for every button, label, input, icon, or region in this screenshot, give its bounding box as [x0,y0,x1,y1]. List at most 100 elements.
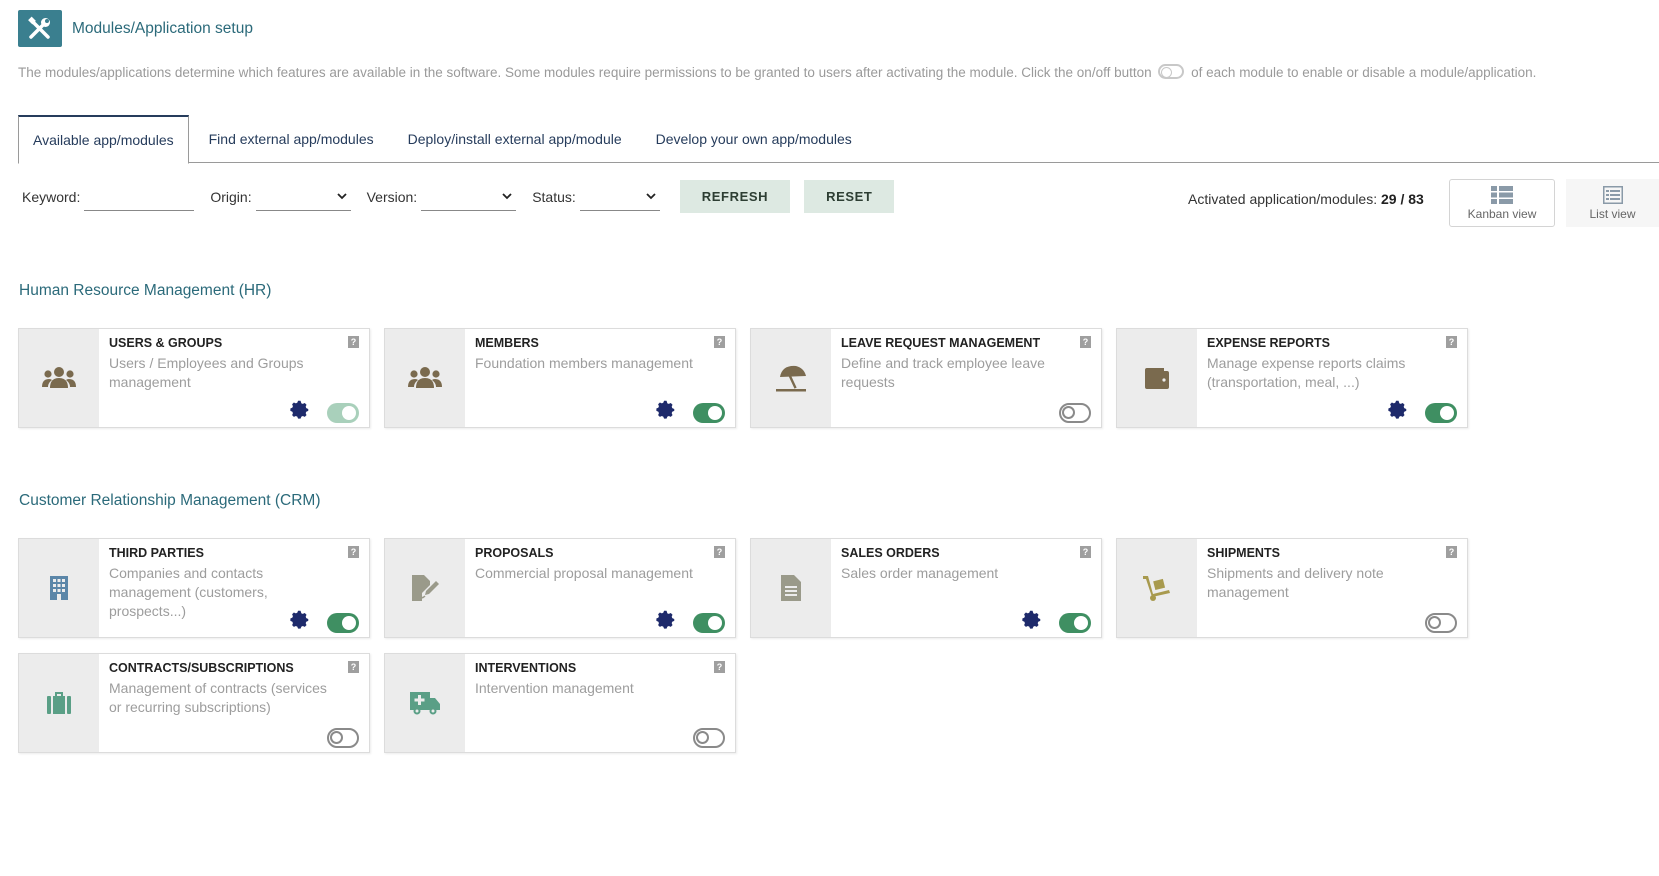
ambulance-icon [410,692,440,715]
description-text: The modules/applications determine which… [18,65,1152,80]
suitcase-icon [47,692,71,714]
module-card-members: MEMBERS Foundation members management ? [384,328,736,428]
gear-icon[interactable] [655,398,677,420]
list-view-button[interactable]: List view [1566,179,1659,227]
gear-icon[interactable] [289,398,311,420]
module-toggle[interactable] [1425,613,1457,633]
module-description: Define and track employee leave requests [841,355,1045,390]
module-card-interventions: INTERVENTIONS Intervention management ? [384,653,736,753]
module-card-expense-reports: EXPENSE REPORTS Manage expense reports c… [1116,328,1468,428]
help-icon[interactable]: ? [1446,336,1457,348]
module-toggle[interactable] [1425,403,1457,423]
module-description: Foundation members management [475,355,693,371]
origin-select[interactable] [255,183,351,211]
module-card-users-groups: USERS & GROUPS Users / Employees and Gro… [18,328,370,428]
file-signature-icon [412,575,439,601]
help-icon[interactable]: ? [1080,546,1091,558]
dolly-icon [1143,576,1170,601]
module-toggle[interactable] [327,728,359,748]
total-number: 83 [1408,191,1424,207]
module-title: INTERVENTIONS [475,661,577,675]
version-label: Version: [366,188,418,205]
module-title: PROPOSALS [475,546,554,560]
help-icon[interactable]: ? [348,336,359,348]
tab-find-external-modules[interactable]: Find external app/modules [195,115,388,163]
building-icon [50,576,68,600]
module-description: Management of contracts (services or rec… [109,680,327,715]
activated-count: Activated application/modules: 29 / 83 [1188,191,1424,207]
chevron-down-icon [336,192,347,199]
module-card-third-parties: THIRD PARTIES Companies and contacts man… [18,538,370,638]
file-text-icon [781,575,801,601]
module-description: Manage expense reports claims (transport… [1207,355,1406,390]
tools-icon [18,10,62,47]
kanban-view-label: Kanban view [1467,206,1537,221]
module-card-leave-request: LEAVE REQUEST MANAGEMENT Define and trac… [750,328,1102,428]
origin-label: Origin: [210,188,252,205]
description-text-end: of each module to enable or disable a mo… [1191,65,1537,80]
help-icon[interactable]: ? [348,546,359,558]
module-toggle[interactable] [693,403,725,423]
section-title-hr: Human Resource Management (HR) [19,282,272,299]
module-toggle[interactable] [327,403,359,423]
help-icon[interactable]: ? [714,661,725,673]
filter-bar: Keyword: Origin: Version: Status: REFRES… [22,180,895,213]
module-description: Users / Employees and Groups management [109,355,304,390]
help-icon[interactable]: ? [348,661,359,673]
umbrella-beach-icon [776,365,806,392]
reset-button[interactable]: RESET [804,180,895,213]
module-title: EXPENSE REPORTS [1207,336,1330,350]
module-description: Commercial proposal management [475,565,693,581]
module-description: Sales order management [841,565,999,581]
module-title: USERS & GROUPS [109,336,223,350]
module-description: Intervention management [475,680,634,696]
kanban-grid-icon [1491,185,1513,204]
refresh-button[interactable]: REFRESH [679,180,791,213]
module-title: SHIPMENTS [1207,546,1280,560]
page-title: Modules/Application setup [72,19,253,37]
help-icon[interactable]: ? [714,336,725,348]
module-title: SALES ORDERS [841,546,940,560]
tab-develop-own-modules[interactable]: Develop your own app/modules [642,115,866,163]
chevron-down-icon [502,192,512,199]
help-icon[interactable]: ? [1080,336,1091,348]
activated-number: 29 [1381,191,1397,207]
wallet-icon [1145,368,1169,389]
page-header: Modules/Application setup [18,10,253,47]
module-toggle[interactable] [1059,613,1091,633]
list-icon [1602,185,1623,204]
chevron-down-icon [646,192,656,199]
gear-icon[interactable] [1387,398,1409,420]
tab-available-modules[interactable]: Available app/modules [18,115,189,164]
gear-icon[interactable] [289,608,311,630]
kanban-view-button[interactable]: Kanban view [1449,179,1555,227]
help-icon[interactable]: ? [1446,546,1457,558]
help-icon[interactable]: ? [714,546,725,558]
module-card-shipments: SHIPMENTS Shipments and delivery note ma… [1116,538,1468,638]
module-toggle[interactable] [693,728,725,748]
activated-label: Activated application/modules: [1188,191,1378,207]
list-view-label: List view [1589,206,1636,221]
gear-icon[interactable] [1021,608,1043,630]
activated-separator: / [1400,191,1405,207]
toggle-off-icon [1158,64,1185,79]
module-title: THIRD PARTIES [109,546,204,560]
keyword-input[interactable] [84,182,195,211]
tab-bar: Available app/modules Find external app/… [18,115,1659,164]
status-label: Status: [532,188,576,205]
users-icon [408,367,442,388]
gear-icon[interactable] [655,608,677,630]
page-description: The modules/applications determine which… [18,64,1536,80]
status-select[interactable] [579,183,660,211]
users-icon [42,367,76,388]
module-title: CONTRACTS/SUBSCRIPTIONS [109,661,294,675]
version-select[interactable] [421,183,517,211]
module-title: MEMBERS [475,336,539,350]
section-title-crm: Customer Relationship Management (CRM) [19,492,321,509]
module-toggle[interactable] [327,613,359,633]
module-description: Shipments and delivery note management [1207,565,1384,600]
module-toggle[interactable] [1059,403,1091,423]
module-toggle[interactable] [693,613,725,633]
tab-deploy-external-module[interactable]: Deploy/install external app/module [394,115,636,163]
keyword-label: Keyword: [22,188,81,205]
